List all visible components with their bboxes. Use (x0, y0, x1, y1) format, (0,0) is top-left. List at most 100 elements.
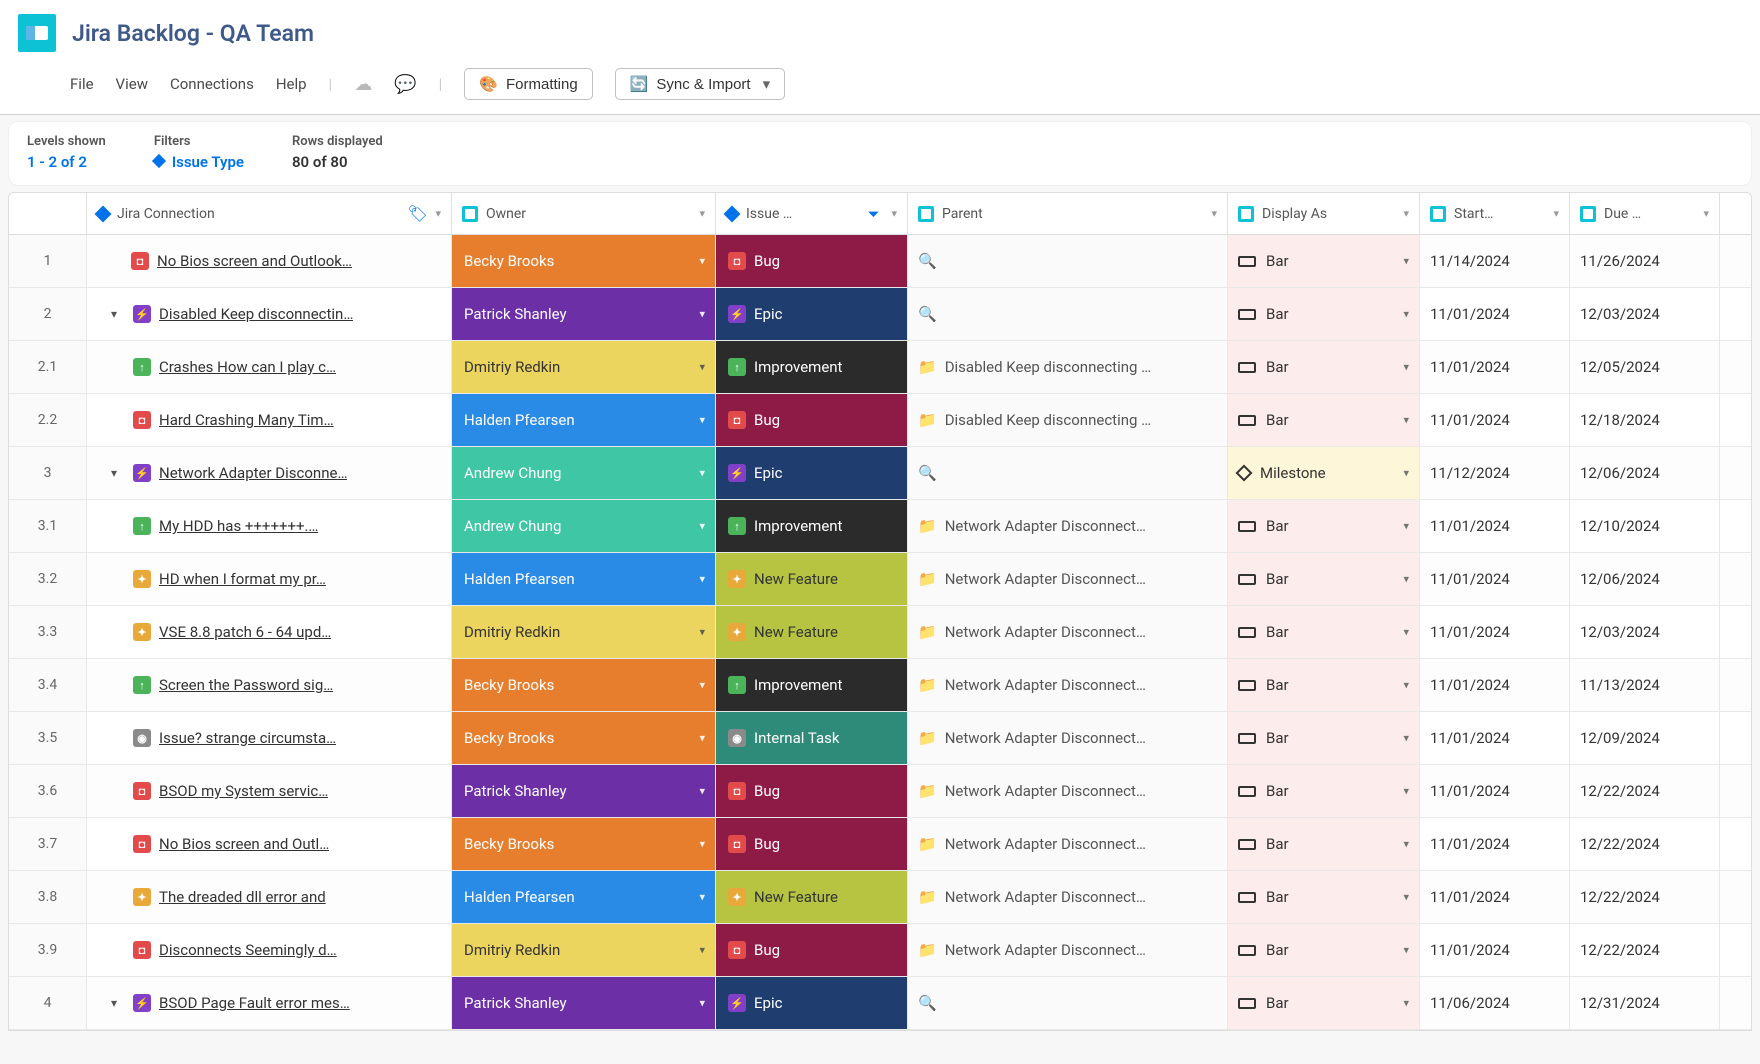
chevron-down-icon[interactable]: ▾ (1211, 207, 1217, 220)
table-row[interactable]: 3.8✦The dreaded dll error andHalden Pfea… (9, 871, 1751, 924)
due-date-cell[interactable]: 12/22/2024 (1570, 818, 1720, 870)
jira-connection-cell[interactable]: ◘Hard Crashing Many Tim… (87, 394, 452, 446)
parent-cell[interactable]: 🔍 (908, 288, 1228, 340)
issue-type-cell[interactable]: ◉Internal Task (716, 712, 908, 764)
display-as-chip[interactable]: Milestone▾ (1228, 447, 1419, 499)
owner-chip[interactable]: Patrick Shanley▾ (452, 288, 715, 340)
start-date-cell[interactable]: 11/01/2024 (1420, 288, 1570, 340)
table-row[interactable]: 2.2◘Hard Crashing Many Tim…Halden Pfears… (9, 394, 1751, 447)
jira-connection-cell[interactable]: ◘No Bios screen and Outlook… (87, 235, 452, 287)
start-date-cell[interactable]: 11/01/2024 (1420, 871, 1570, 923)
owner-cell[interactable]: Halden Pfearsen▾ (452, 394, 716, 446)
jira-connection-cell[interactable]: ◘No Bios screen and Outl… (87, 818, 452, 870)
owner-chip[interactable]: Patrick Shanley▾ (452, 977, 715, 1029)
display-as-chip[interactable]: Bar▾ (1228, 977, 1419, 1029)
start-date-cell[interactable]: 11/01/2024 (1420, 818, 1570, 870)
table-row[interactable]: 3.6◘BSOD my System servic…Patrick Shanle… (9, 765, 1751, 818)
display-as-cell[interactable]: Bar▾ (1228, 977, 1420, 1029)
filter-icon[interactable]: ⏷ (865, 206, 881, 222)
parent-cell[interactable]: 📁Network Adapter Disconnect… (908, 765, 1228, 817)
owner-chip[interactable]: Becky Brooks▾ (452, 818, 715, 870)
table-row[interactable]: 3.3✦VSE 8.8 patch 6 - 64 upd…Dmitriy Red… (9, 606, 1751, 659)
issue-title[interactable]: The dreaded dll error and (159, 888, 326, 906)
parent-cell[interactable]: 📁Disabled Keep disconnecting … (908, 341, 1228, 393)
start-date-cell[interactable]: 11/01/2024 (1420, 553, 1570, 605)
table-row[interactable]: 3.5◉Issue? strange circumsta…Becky Brook… (9, 712, 1751, 765)
due-date-cell[interactable]: 12/22/2024 (1570, 924, 1720, 976)
issue-type-chip[interactable]: ◘Bug (716, 924, 907, 976)
chevron-down-icon[interactable]: ▾ (891, 207, 897, 220)
display-as-chip[interactable]: Bar▾ (1228, 235, 1419, 287)
table-row[interactable]: 4▾⚡BSOD Page Fault error mes…Patrick Sha… (9, 977, 1751, 1030)
issue-type-chip[interactable]: ◘Bug (716, 818, 907, 870)
jira-connection-cell[interactable]: ▾⚡Disabled Keep disconnectin… (87, 288, 452, 340)
display-as-chip[interactable]: Bar▾ (1228, 712, 1419, 764)
issue-type-cell[interactable]: ↑Improvement (716, 659, 908, 711)
owner-chip[interactable]: Halden Pfearsen▾ (452, 871, 715, 923)
issue-type-chip[interactable]: ↑Improvement (716, 659, 907, 711)
sync-import-button[interactable]: 🔄 Sync & Import ▾ (615, 68, 785, 100)
owner-cell[interactable]: Becky Brooks▾ (452, 659, 716, 711)
due-date-cell[interactable]: 12/09/2024 (1570, 712, 1720, 764)
display-as-cell[interactable]: Bar▾ (1228, 659, 1420, 711)
parent-cell[interactable]: 🔍 (908, 235, 1228, 287)
owner-cell[interactable]: Patrick Shanley▾ (452, 977, 716, 1029)
jira-connection-cell[interactable]: ↑Screen the Password sig… (87, 659, 452, 711)
issue-type-cell[interactable]: ⚡Epic (716, 977, 908, 1029)
display-as-cell[interactable]: Bar▾ (1228, 553, 1420, 605)
jira-connection-cell[interactable]: ▾⚡Network Adapter Disconne… (87, 447, 452, 499)
column-owner[interactable]: Owner ▾ (452, 193, 716, 234)
owner-chip[interactable]: Patrick Shanley▾ (452, 765, 715, 817)
owner-cell[interactable]: Andrew Chung▾ (452, 500, 716, 552)
due-date-cell[interactable]: 12/05/2024 (1570, 341, 1720, 393)
owner-chip[interactable]: Andrew Chung▾ (452, 500, 715, 552)
issue-type-chip[interactable]: ✦New Feature (716, 606, 907, 658)
issue-title[interactable]: Disconnects Seemingly d… (159, 941, 337, 959)
issue-title[interactable]: No Bios screen and Outl… (159, 835, 329, 853)
start-date-cell[interactable]: 11/01/2024 (1420, 500, 1570, 552)
owner-chip[interactable]: Dmitriy Redkin▾ (452, 341, 715, 393)
issue-title[interactable]: Screen the Password sig… (159, 676, 333, 694)
cloud-icon[interactable]: ☁ (354, 74, 372, 95)
issue-type-cell[interactable]: ◘Bug (716, 818, 908, 870)
issue-type-chip[interactable]: ◘Bug (716, 235, 907, 287)
owner-cell[interactable]: Dmitriy Redkin▾ (452, 606, 716, 658)
issue-type-cell[interactable]: ✦New Feature (716, 606, 908, 658)
display-as-cell[interactable]: Bar▾ (1228, 394, 1420, 446)
start-date-cell[interactable]: 11/01/2024 (1420, 606, 1570, 658)
due-date-cell[interactable]: 12/06/2024 (1570, 553, 1720, 605)
issue-title[interactable]: HD when I format my pr… (159, 570, 326, 588)
column-jira-connection[interactable]: Jira Connection 🏷 ▾ (87, 193, 452, 234)
issue-type-cell[interactable]: ◘Bug (716, 235, 908, 287)
chat-icon[interactable]: 💬 (394, 74, 416, 95)
parent-cell[interactable]: 📁Network Adapter Disconnect… (908, 659, 1228, 711)
search-icon[interactable]: 🔍 (918, 252, 937, 270)
parent-cell[interactable]: 📁Network Adapter Disconnect… (908, 553, 1228, 605)
start-date-cell[interactable]: 11/12/2024 (1420, 447, 1570, 499)
parent-cell[interactable]: 📁Network Adapter Disconnect… (908, 871, 1228, 923)
column-display-as[interactable]: Display As ▾ (1228, 193, 1420, 234)
summary-levels[interactable]: Levels shown 1 - 2 of 2 (27, 134, 106, 171)
issue-type-cell[interactable]: ◘Bug (716, 924, 908, 976)
table-row[interactable]: 3.9◘Disconnects Seemingly d…Dmitriy Redk… (9, 924, 1751, 977)
owner-cell[interactable]: Halden Pfearsen▾ (452, 871, 716, 923)
owner-cell[interactable]: Becky Brooks▾ (452, 818, 716, 870)
owner-cell[interactable]: Becky Brooks▾ (452, 235, 716, 287)
display-as-chip[interactable]: Bar▾ (1228, 341, 1419, 393)
owner-chip[interactable]: Becky Brooks▾ (452, 659, 715, 711)
issue-title[interactable]: VSE 8.8 patch 6 - 64 upd… (159, 623, 331, 641)
display-as-chip[interactable]: Bar▾ (1228, 500, 1419, 552)
issue-title[interactable]: Network Adapter Disconne… (159, 464, 347, 482)
jira-connection-cell[interactable]: ◘Disconnects Seemingly d… (87, 924, 452, 976)
owner-chip[interactable]: Halden Pfearsen▾ (452, 553, 715, 605)
table-row[interactable]: 3.1↑My HDD has +++++++.…Andrew Chung▾↑Im… (9, 500, 1751, 553)
expand-toggle[interactable]: ▾ (105, 996, 123, 1010)
display-as-chip[interactable]: Bar▾ (1228, 765, 1419, 817)
owner-cell[interactable]: Dmitriy Redkin▾ (452, 924, 716, 976)
start-date-cell[interactable]: 11/06/2024 (1420, 977, 1570, 1029)
display-as-cell[interactable]: Bar▾ (1228, 235, 1420, 287)
issue-type-chip[interactable]: ✦New Feature (716, 871, 907, 923)
due-date-cell[interactable]: 12/06/2024 (1570, 447, 1720, 499)
parent-cell[interactable]: 📁Network Adapter Disconnect… (908, 924, 1228, 976)
jira-connection-cell[interactable]: ✦HD when I format my pr… (87, 553, 452, 605)
